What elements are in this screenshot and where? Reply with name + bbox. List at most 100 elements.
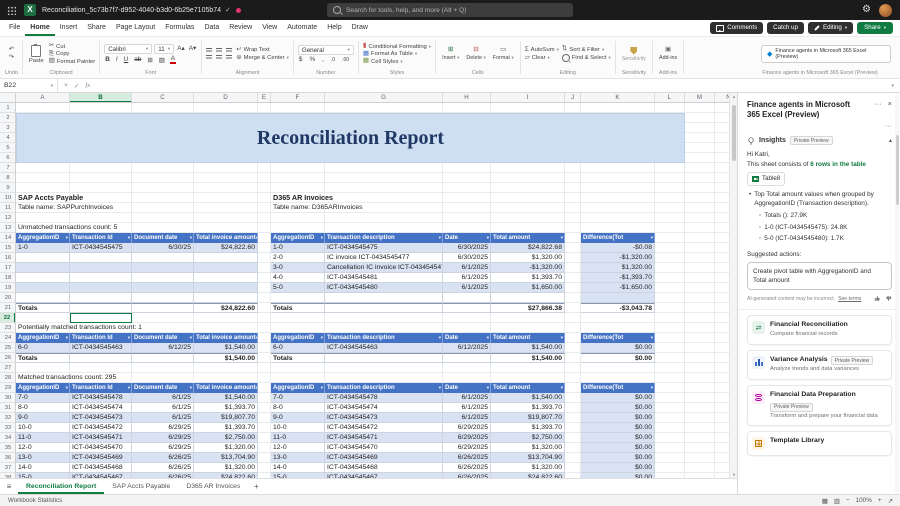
menu-draw[interactable]: Draw (347, 20, 373, 36)
grid-cell[interactable]: 11-0 (16, 433, 70, 443)
grid-cell[interactable]: 7-0 (271, 393, 325, 403)
grid-cell[interactable]: 6/12/25 (132, 343, 194, 353)
grid-cell[interactable]: $19,807.70 (491, 413, 565, 423)
grid-cell[interactable]: ICT-0434545472 (70, 423, 132, 433)
grid-cell[interactable]: $0.00 (581, 443, 655, 453)
grid-cell[interactable] (70, 263, 132, 273)
grid-cell[interactable]: Totals (271, 303, 325, 313)
column-header-G[interactable]: G (325, 93, 443, 103)
grid-cell[interactable]: $1,540.00 (194, 353, 258, 363)
filter-icon[interactable]: ▾ (651, 383, 653, 393)
grid-cell[interactable]: $0.00 (581, 413, 655, 423)
grid-cell[interactable] (443, 293, 491, 303)
grid-cell[interactable]: 6/1/25 (132, 393, 194, 403)
column-header-E[interactable]: E (258, 93, 271, 103)
filter-icon[interactable]: ▾ (256, 383, 258, 393)
grid-cell[interactable]: $1,320.00 (491, 253, 565, 263)
row-header-7[interactable]: 7 (0, 163, 16, 173)
grid-cell[interactable] (132, 293, 194, 303)
grid-cell[interactable]: 6/29/2025 (443, 443, 491, 453)
row-header-24[interactable]: 24 (0, 333, 16, 343)
grid-cell[interactable]: 8-0 (271, 403, 325, 413)
row-header-5[interactable]: 5 (0, 143, 16, 153)
grid-cell[interactable]: -$1,320.00 (581, 253, 655, 263)
grid-cell[interactable]: Date▾ (443, 383, 491, 393)
grid-cell[interactable]: 10-0 (271, 423, 325, 433)
menu-formulas[interactable]: Formulas (160, 20, 199, 36)
filter-icon[interactable]: ▾ (190, 233, 192, 243)
normal-view-icon[interactable]: ▦ (822, 497, 828, 505)
column-header-B[interactable]: B (70, 93, 132, 103)
grid-cell[interactable]: Totals (16, 303, 70, 313)
font-name-select[interactable]: Calibri▾ (104, 44, 152, 54)
grid-cell[interactable] (194, 263, 258, 273)
grid-cell[interactable]: Transaction description▾ (325, 333, 443, 343)
grid-cell[interactable]: 13-0 (16, 453, 70, 463)
grid-cell[interactable]: Transaction Id▾ (70, 333, 132, 343)
fill-color-button[interactable]: ▨ (158, 56, 166, 64)
merge-center-button[interactable]: ⊜Merge & Center▾ (236, 55, 289, 62)
expand-formula-bar-icon[interactable]: ▾ (885, 83, 900, 89)
row-header-19[interactable]: 19 (0, 283, 16, 293)
grid-cell[interactable]: Transaction Id▾ (70, 233, 132, 243)
row-header-22[interactable]: 22 (0, 313, 16, 323)
selected-cell[interactable] (70, 313, 132, 323)
filter-icon[interactable]: ▾ (321, 333, 323, 343)
cell-styles-button[interactable]: ▩Cell Styles▾ (363, 58, 403, 65)
see-terms-link[interactable]: See terms (838, 296, 861, 302)
filter-icon[interactable]: ▾ (439, 383, 441, 393)
filter-icon[interactable]: ▾ (190, 333, 192, 343)
menu-home[interactable]: Home (25, 20, 54, 36)
grid-cell[interactable]: $0.00 (581, 353, 655, 363)
grid-cell[interactable] (271, 293, 325, 303)
grid-cell[interactable]: Matched transactions count: 295 (16, 373, 236, 383)
grid-cell[interactable]: ICT-0434545470 (70, 443, 132, 453)
grid-cell[interactable]: $1,320.00 (194, 463, 258, 473)
grid-cell[interactable]: ICT-0434545469 (70, 453, 132, 463)
grid-cell[interactable]: $1,393.70 (491, 423, 565, 433)
column-header-A[interactable]: A (16, 93, 70, 103)
menu-file[interactable]: File (4, 20, 25, 36)
accounting-format-button[interactable]: $ (298, 56, 304, 63)
grid-cell[interactable] (16, 273, 70, 283)
row-header-8[interactable]: 8 (0, 173, 16, 183)
grid-cell[interactable]: ICT-0434545473 (325, 413, 443, 423)
row-header-16[interactable]: 16 (0, 253, 16, 263)
row-header-26[interactable]: 26 (0, 353, 16, 363)
grid-cell[interactable]: 6/1/2025 (443, 283, 491, 293)
column-header-C[interactable]: C (132, 93, 194, 103)
grid-cell[interactable]: ICT-0434545474 (70, 403, 132, 413)
more-options-icon[interactable]: ··· (874, 100, 882, 108)
grid-cell[interactable] (194, 253, 258, 263)
row-header-1[interactable]: 1 (0, 103, 16, 113)
font-color-button[interactable]: A (170, 55, 176, 64)
filter-icon[interactable]: ▾ (256, 333, 258, 343)
grid-cell[interactable] (194, 293, 258, 303)
grid-cell[interactable]: 6-0 (16, 343, 70, 353)
row-header-23[interactable]: 23 (0, 323, 16, 333)
align-middle-icon[interactable] (216, 48, 222, 53)
workbook-statistics-button[interactable]: Workbook Statistics (0, 497, 62, 504)
grid-cell[interactable]: 13-0 (271, 453, 325, 463)
row-header-2[interactable]: 2 (0, 113, 16, 123)
sheet-tab-d365-ar-invoices[interactable]: D365 AR Invoices (178, 479, 248, 494)
filter-icon[interactable]: ▾ (66, 383, 68, 393)
grid-cell[interactable]: AggregationID▾ (16, 383, 70, 393)
close-panel-icon[interactable]: × (888, 100, 892, 108)
number-format-select[interactable]: General▾ (298, 45, 354, 55)
column-header-N[interactable]: N (715, 93, 729, 103)
menu-help[interactable]: Help (322, 20, 346, 36)
filter-icon[interactable]: ▾ (561, 383, 563, 393)
grid-cell[interactable]: 6/30/2025 (443, 243, 491, 253)
search-input[interactable]: Search for tools, help, and more (Alt + … (327, 3, 573, 17)
increase-font-button[interactable]: A▴ (176, 44, 185, 54)
filter-icon[interactable]: ▾ (439, 233, 441, 243)
align-top-icon[interactable] (206, 48, 212, 53)
grid-cell[interactable]: Total amount▾ (491, 383, 565, 393)
column-header-H[interactable]: H (443, 93, 491, 103)
sheet-list-menu-icon[interactable]: ≡ (0, 479, 18, 494)
grid-cell[interactable]: Potentially matched transactions count: … (16, 323, 236, 333)
grid-cell[interactable]: IC invoice ICT-0434545477 (325, 253, 443, 263)
format-painter-button[interactable]: ▧Format Painter (49, 58, 96, 65)
grid-cell[interactable] (70, 303, 132, 313)
